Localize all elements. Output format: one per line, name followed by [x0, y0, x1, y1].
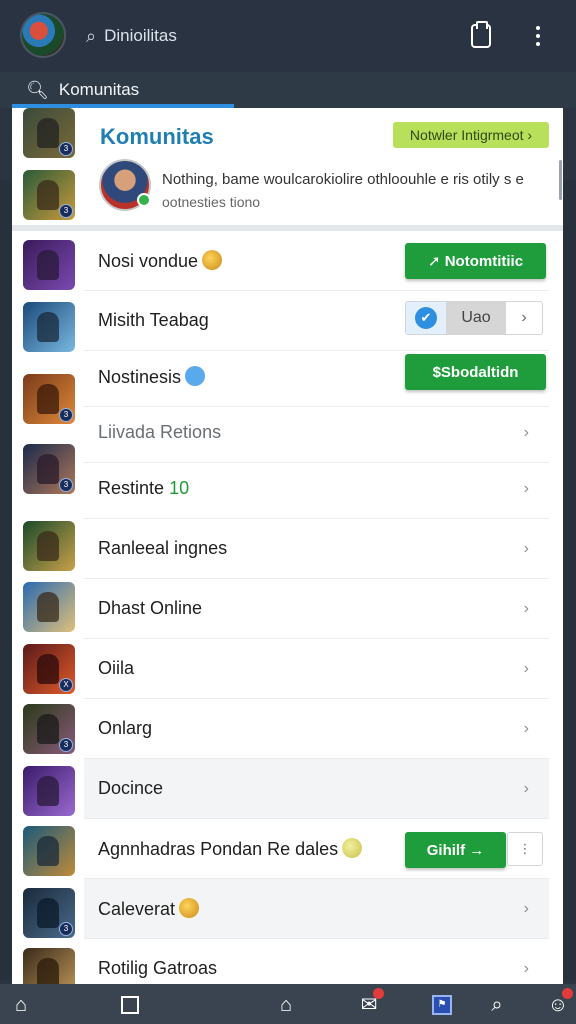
- list-item-label: Nostinesis: [98, 365, 206, 388]
- chevron-right-icon: ›: [523, 899, 529, 917]
- list-item-label: Ranleeal ingnes: [98, 538, 228, 558]
- game-thumbnail[interactable]: 3: [23, 108, 75, 158]
- game-thumbnail[interactable]: [23, 582, 75, 632]
- list-item[interactable]: Liivada Retions ›: [84, 403, 549, 463]
- list-item-label: Oiila: [98, 658, 135, 678]
- app-icon[interactable]: ⚑: [429, 992, 455, 1018]
- chevron-right-icon: ›: [523, 599, 529, 617]
- game-thumbnail[interactable]: [23, 766, 75, 816]
- online-status-icon: [137, 193, 151, 207]
- bottom-navigation: ⌂ ⌂ ✉ ⚑ ⌕ ☺: [0, 984, 576, 1024]
- notification-icon[interactable]: ✉: [356, 988, 384, 1018]
- chevron-right-icon: ›: [523, 719, 529, 737]
- list-item-label: Onlarg: [98, 718, 153, 738]
- list-item[interactable]: Oiila ›: [84, 639, 549, 699]
- list-item[interactable]: Caleverat ›: [84, 879, 549, 939]
- search-icon[interactable]: ⌕: [484, 992, 510, 1018]
- list-item[interactable]: Onlarg ›: [84, 699, 549, 759]
- toggle-value: Uao: [446, 302, 506, 334]
- chevron-right-icon: ›: [523, 539, 529, 557]
- promo-button[interactable]: Notwler Intigrmeot ›: [393, 122, 549, 148]
- app-logo[interactable]: [20, 12, 66, 58]
- top-search-field[interactable]: ⌕ Dinioilitas: [78, 14, 458, 58]
- top-search-text: Dinioilitas: [104, 26, 177, 45]
- kebab-menu-icon[interactable]: [524, 22, 552, 50]
- row-action-button[interactable]: ➚ Notomtitiic: [405, 243, 546, 279]
- game-thumbnail[interactable]: 3: [23, 444, 75, 494]
- game-thumbnail[interactable]: [23, 826, 75, 876]
- game-thumbnail[interactable]: 3: [23, 704, 75, 754]
- list-item-label: Restinte 10: [98, 478, 190, 498]
- thumbnail-column: 3 3 3 3 X 3 3: [12, 108, 84, 984]
- list-item[interactable]: Dhast Online ›: [84, 579, 549, 639]
- more-options-button[interactable]: ⋮: [507, 832, 543, 866]
- game-thumbnail[interactable]: [23, 302, 75, 352]
- chevron-right-icon: ›: [523, 423, 529, 441]
- list-item[interactable]: Rotilig Gatroas ›: [84, 939, 549, 984]
- avatar[interactable]: [99, 159, 151, 211]
- list-item-label: Misith Teabag: [98, 310, 209, 330]
- row-action-button[interactable]: $Sbodaltidn: [405, 354, 546, 390]
- community-search-bar[interactable]: 🔍︎ Komunitas: [0, 72, 576, 108]
- game-thumbnail[interactable]: [23, 948, 75, 984]
- game-thumbnail[interactable]: [23, 521, 75, 571]
- house-icon[interactable]: ⌂: [273, 992, 299, 1018]
- community-search-query: Komunitas: [58, 80, 140, 99]
- search-icon: ⌕: [86, 25, 97, 46]
- list-item-label: Dhast Online: [98, 598, 203, 618]
- community-description: Nothing, bame woulcarokiolire othloouhle…: [162, 169, 552, 213]
- game-thumbnail[interactable]: 3: [23, 170, 75, 220]
- list-item-label: Nosi vondue: [98, 249, 223, 272]
- game-thumbnail[interactable]: 3: [23, 374, 75, 424]
- check-icon: ✔: [406, 302, 446, 334]
- chevron-right-icon: ›: [523, 959, 529, 977]
- scrollbar[interactable]: [559, 160, 562, 200]
- game-thumbnail[interactable]: [23, 240, 75, 290]
- coin-icon: [202, 249, 223, 270]
- coin-icon: [179, 897, 200, 918]
- game-thumbnail[interactable]: 3: [23, 888, 75, 938]
- list-item[interactable]: Ranleeal ingnes ›: [84, 519, 549, 579]
- top-bar: ⌕ Dinioilitas: [0, 0, 576, 72]
- settings-icon[interactable]: ☺: [545, 988, 573, 1018]
- chevron-right-icon: ›: [521, 309, 527, 326]
- list-item-label: Liivada Retions: [98, 422, 222, 442]
- magnifier-icon: 🔍︎: [26, 79, 49, 100]
- community-card: 3 3 3 3 X 3 3 Komunitas Notwler Intigrme…: [12, 108, 563, 984]
- home-icon[interactable]: ⌂: [8, 992, 34, 1018]
- chevron-right-icon: ›: [523, 779, 529, 797]
- list-item-label: Rotilig Gatroas: [98, 958, 218, 978]
- chevron-right-icon: ›: [523, 479, 529, 497]
- toggle-control[interactable]: ✔ Uao ›: [405, 301, 543, 335]
- list-item-label: Caleverat: [98, 897, 200, 920]
- game-thumbnail[interactable]: X: [23, 644, 75, 694]
- square-icon[interactable]: [117, 992, 143, 1018]
- clover-icon: [342, 837, 363, 858]
- description-subtext: ootnesties tiono: [162, 194, 261, 210]
- list-item-label: Agnnhadras Pondan Re dales: [98, 837, 363, 860]
- list-item[interactable]: Docince ›: [84, 759, 549, 819]
- chevron-right-icon: ›: [523, 659, 529, 677]
- community-title: Komunitas: [100, 124, 214, 149]
- description-text: Nothing, bame woulcarokiolire othloouhle…: [162, 171, 524, 188]
- clipboard-icon[interactable]: [467, 21, 495, 50]
- blue-dot-icon: [185, 365, 206, 386]
- list-item[interactable]: Restinte 10 ›: [84, 459, 549, 519]
- list-item-label: Docince: [98, 778, 164, 798]
- row-action-button[interactable]: Gihilf →: [405, 832, 506, 868]
